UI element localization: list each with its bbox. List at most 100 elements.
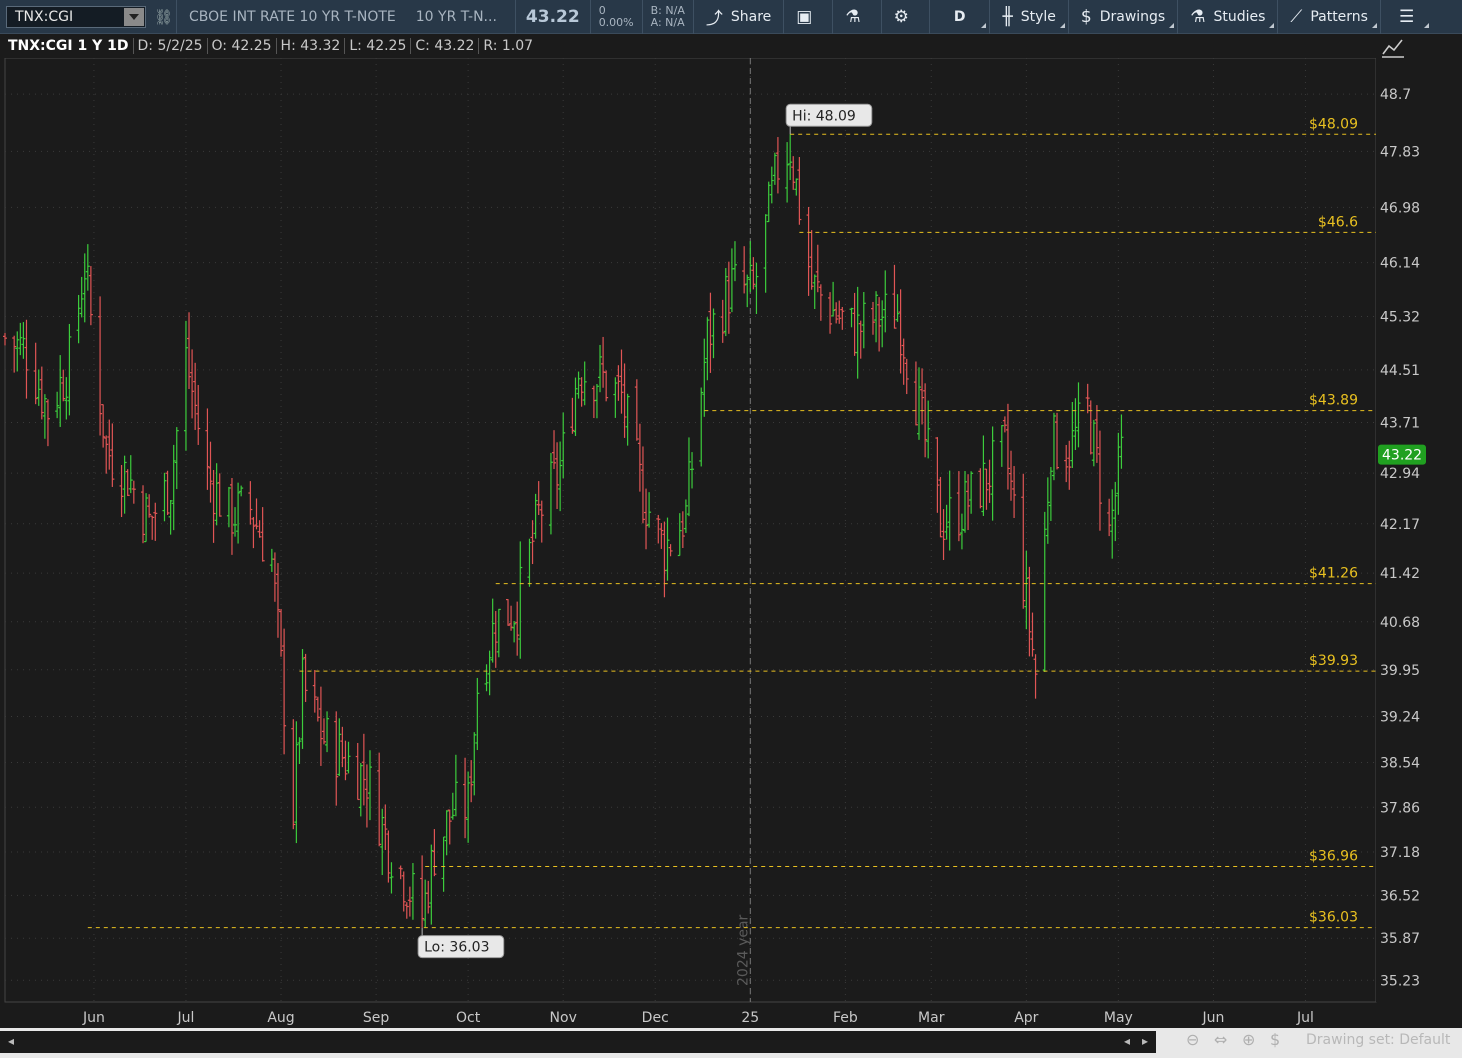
- price-level-label: $36.03: [1309, 910, 1358, 926]
- x-tick-label: 25: [741, 1010, 759, 1026]
- calendar-button[interactable]: ▣: [784, 0, 832, 34]
- share-label: Share: [730, 8, 772, 25]
- flask-icon: ⚗: [845, 6, 861, 27]
- y-tick-label: 38.54: [1380, 756, 1420, 772]
- bar-close: C: 43.22: [411, 38, 480, 54]
- style-label: Style: [1020, 8, 1056, 25]
- x-tick-label: Jul: [177, 1010, 195, 1026]
- price-level-label: $39.93: [1309, 653, 1358, 669]
- flask-button[interactable]: ⚗: [833, 0, 880, 34]
- price-axis-settings-icon[interactable]: [1380, 36, 1408, 60]
- x-tick-label: Apr: [1014, 1010, 1038, 1026]
- horizontal-scrollbar[interactable]: [0, 1031, 1156, 1053]
- bid-ask: B: N/A A: N/A: [643, 3, 693, 29]
- link-icon[interactable]: ⛓: [154, 8, 173, 26]
- bid: B: N/A: [650, 3, 685, 17]
- y-tick-label: 45.32: [1380, 310, 1420, 326]
- price-level-label: $46.6: [1318, 214, 1358, 230]
- flask-icon: ⚗: [1190, 6, 1206, 27]
- x-tick-label: Oct: [456, 1010, 481, 1026]
- y-tick-label: 39.95: [1380, 663, 1420, 679]
- ask: A: N/A: [650, 15, 685, 29]
- symbol-selector[interactable]: TNX:CGI: [6, 5, 146, 28]
- divider: [176, 0, 177, 34]
- drawing-set-label: Drawing set: Default: [1306, 1032, 1451, 1048]
- net-change: 0 0.00%: [591, 3, 642, 29]
- y-tick-label: 40.68: [1380, 615, 1420, 631]
- studies-button[interactable]: ⚗ Studies: [1178, 0, 1277, 34]
- scroll-left-end-icon[interactable]: ◂: [1124, 1034, 1130, 1048]
- scroll-left-icon[interactable]: ◂: [8, 1034, 14, 1048]
- price-level-label: $43.89: [1309, 393, 1358, 409]
- zoom-fit-icon[interactable]: ⇔: [1214, 1030, 1227, 1049]
- bar-date: D: 5/2/25: [134, 38, 208, 54]
- menu-icon: ☰: [1398, 6, 1415, 27]
- gear-icon: ⚙: [893, 6, 909, 27]
- x-tick-label: Jun: [1202, 1010, 1225, 1026]
- y-tick-label: 41.42: [1380, 566, 1420, 582]
- patterns-label: Patterns: [1310, 8, 1368, 25]
- style-button[interactable]: ╫ Style: [990, 0, 1067, 34]
- y-tick-label: 43.71: [1380, 415, 1420, 431]
- y-tick-label: 42.17: [1380, 517, 1420, 533]
- y-tick-label: 48.7: [1380, 87, 1411, 103]
- bar-low: L: 42.25: [345, 38, 412, 54]
- drawings-button[interactable]: $ Drawings: [1069, 0, 1177, 34]
- price-level-label: $48.09: [1309, 116, 1358, 132]
- plot-area: [4, 58, 1377, 1003]
- patterns-icon: ⟋: [1290, 6, 1303, 27]
- y-tick-label: 37.18: [1380, 845, 1420, 861]
- top-toolbar: TNX:CGI ⛓ CBOE INT RATE 10 YR T-NOTE 10 …: [0, 0, 1462, 34]
- chevron-down-icon[interactable]: [124, 7, 144, 26]
- price-level-label: $36.96: [1309, 848, 1358, 864]
- y-tick-label: 47.83: [1380, 144, 1420, 160]
- y-tick-label: 35.87: [1380, 931, 1420, 947]
- bar-high: H: 43.32: [277, 38, 346, 54]
- chart-header: TNX:CGI 1 Y 1D D: 5/2/25 O: 42.25 H: 43.…: [4, 34, 537, 58]
- y-tick-label: 46.14: [1380, 256, 1420, 272]
- x-tick-label: Jun: [82, 1010, 105, 1026]
- x-tick-label: May: [1104, 1010, 1133, 1026]
- y-tick-label: 44.51: [1380, 363, 1420, 379]
- y-tick-label: 46.98: [1380, 200, 1420, 216]
- bar-range: R: 1.07: [483, 38, 534, 54]
- patterns-button[interactable]: ⟋ Patterns: [1278, 0, 1380, 34]
- bar-open: O: 42.25: [208, 38, 277, 54]
- symbol-text: TNX:CGI: [15, 8, 74, 25]
- net-change-pct: 0.00%: [598, 15, 634, 29]
- x-tick-label: Aug: [267, 1010, 294, 1026]
- last-price-tag: 43.22: [1382, 448, 1422, 464]
- y-tick-label: 42.94: [1380, 466, 1420, 482]
- dollar-icon[interactable]: $: [1270, 1030, 1280, 1049]
- last-price: 43.22: [525, 6, 580, 27]
- x-tick-label: Dec: [642, 1010, 669, 1026]
- zoom-in-icon[interactable]: ⊕: [1242, 1030, 1255, 1049]
- net-change-value: 0: [598, 3, 606, 17]
- x-tick-label: Mar: [918, 1010, 945, 1026]
- low-label: Lo: 36.03: [424, 940, 489, 956]
- zoom-out-icon[interactable]: ⊖: [1186, 1030, 1199, 1049]
- drawings-label: Drawings: [1099, 8, 1166, 25]
- year-divider-label: 2024 year: [735, 914, 751, 986]
- share-icon: ⤴: [705, 9, 723, 29]
- candle-icon: ╫: [1002, 6, 1013, 27]
- chart-ticker: TNX:CGI 1 Y 1D: [4, 38, 134, 54]
- high-label: Hi: 48.09: [792, 108, 856, 124]
- price-level-label: $41.26: [1309, 566, 1358, 582]
- x-tick-label: Sep: [363, 1010, 390, 1026]
- x-tick-label: Jul: [1296, 1010, 1314, 1026]
- share-button[interactable]: ⤴ Share: [694, 0, 783, 34]
- period-button[interactable]: D: [930, 0, 990, 34]
- calendar-icon: ▣: [796, 6, 813, 27]
- studies-label: Studies: [1213, 8, 1266, 25]
- price-chart[interactable]: 48.7 47.83 46.98 46.14 45.32 44.51 43.71 42.94 4…: [0, 58, 1462, 1028]
- period-label: D: [953, 8, 966, 25]
- x-tick-label: Feb: [833, 1010, 858, 1026]
- y-tick-label: 37.86: [1380, 800, 1420, 816]
- settings-button[interactable]: ⚙: [882, 0, 929, 34]
- y-tick-label: 35.23: [1380, 973, 1420, 989]
- y-tick-label: 39.24: [1380, 709, 1420, 725]
- menu-button[interactable]: ☰: [1381, 0, 1432, 34]
- scroll-right-icon[interactable]: ▸: [1142, 1034, 1148, 1048]
- symbol-description-short: 10 YR T-N...: [415, 8, 497, 25]
